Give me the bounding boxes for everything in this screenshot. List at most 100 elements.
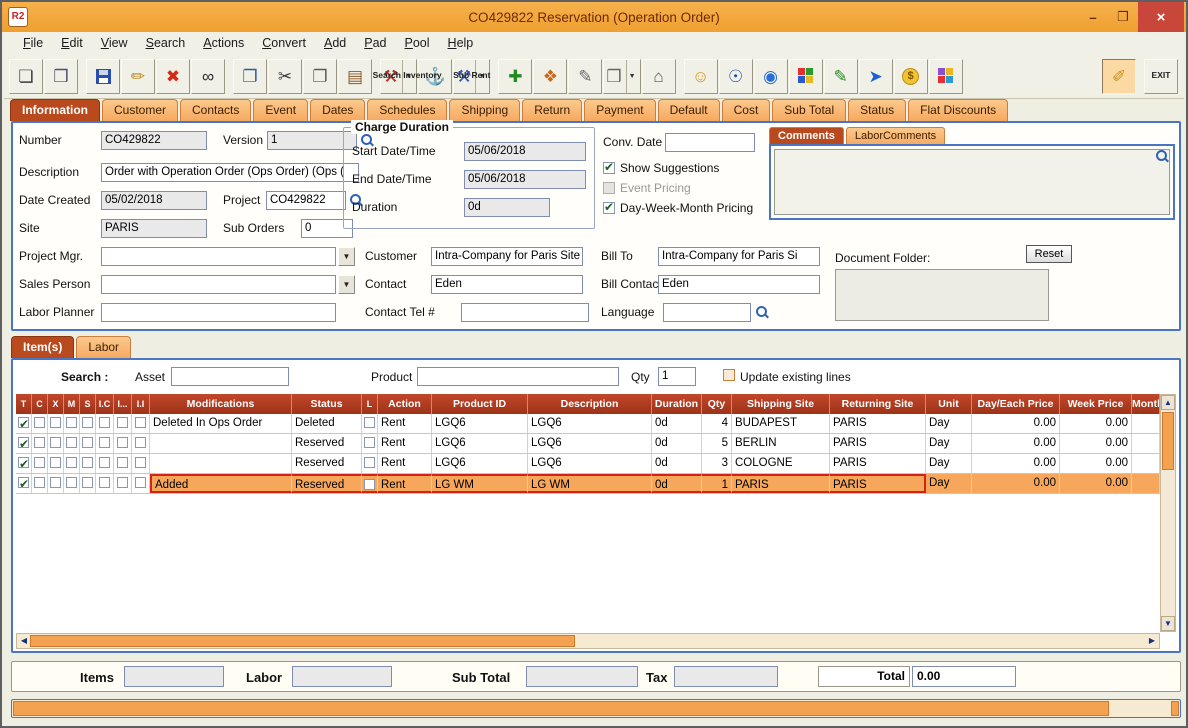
- cell-week-price[interactable]: 0.00: [1060, 434, 1132, 453]
- cell-modifications[interactable]: [150, 434, 292, 453]
- paste-button[interactable]: ▤: [338, 59, 372, 94]
- column-header-week-price[interactable]: Week Price: [1060, 394, 1132, 414]
- cell-unit[interactable]: Day: [926, 414, 972, 433]
- row-checkbox-i-c[interactable]: [99, 417, 110, 428]
- customer-service-button[interactable]: ☺: [684, 59, 718, 94]
- cell-action[interactable]: Rent: [378, 434, 432, 453]
- copy-button[interactable]: ❐: [303, 59, 337, 94]
- new-document-button[interactable]: ❏: [9, 59, 43, 94]
- site-field[interactable]: PARIS: [101, 219, 207, 238]
- site-printer-button[interactable]: ⌂: [642, 59, 676, 94]
- column-header-i-i[interactable]: I.I: [132, 394, 150, 414]
- sub-rent-button[interactable]: ⚒Sub Rent▼: [453, 59, 490, 94]
- comments-box[interactable]: [769, 144, 1175, 220]
- comments-tab-comments[interactable]: Comments: [769, 127, 844, 145]
- cut-button[interactable]: ✂: [268, 59, 302, 94]
- cell-qty[interactable]: 1: [702, 474, 732, 493]
- row-checkbox-x[interactable]: [50, 457, 61, 468]
- row-checkbox-l[interactable]: [364, 457, 375, 468]
- cell-description[interactable]: LGQ6: [528, 454, 652, 473]
- tab-sub-total[interactable]: Sub Total: [772, 99, 846, 121]
- cell-month-price[interactable]: [1132, 414, 1160, 433]
- tab-cost[interactable]: Cost: [722, 99, 771, 121]
- row-checkbox-t[interactable]: [18, 417, 29, 428]
- row-checkbox-s[interactable]: [82, 437, 93, 448]
- items-total-field[interactable]: [124, 666, 224, 687]
- tax-field[interactable]: [674, 666, 778, 687]
- row-checkbox-i[interactable]: [117, 417, 128, 428]
- maximize-button[interactable]: [1108, 2, 1138, 32]
- convert-document-button[interactable]: ❐: [233, 59, 267, 94]
- table-row[interactable]: ReservedRentLGQ6LGQ60d5BERLINPARISDay0.0…: [16, 434, 1160, 454]
- menu-edit[interactable]: Edit: [52, 33, 92, 54]
- table-row[interactable]: Deleted In Ops OrderDeletedRentLGQ6LGQ60…: [16, 414, 1160, 434]
- tab-status[interactable]: Status: [848, 99, 906, 121]
- table-row[interactable]: AddedReservedRentLG WMLG WM0d1PARISPARIS…: [16, 474, 1160, 494]
- cell-day-each-price[interactable]: 0.00: [972, 474, 1060, 493]
- row-checkbox-i-i[interactable]: [135, 477, 146, 488]
- column-header-action[interactable]: Action: [378, 394, 432, 414]
- row-checkbox-c[interactable]: [34, 477, 45, 488]
- row-checkbox-x[interactable]: [50, 477, 61, 488]
- cell-qty[interactable]: 3: [702, 454, 732, 473]
- cell-qty[interactable]: 4: [702, 414, 732, 433]
- bottom-scrollbar[interactable]: [11, 699, 1181, 718]
- menu-pad[interactable]: Pad: [355, 33, 395, 54]
- column-header-modifications[interactable]: Modifications: [150, 394, 292, 414]
- tab-shipping[interactable]: Shipping: [449, 99, 520, 121]
- cell-duration[interactable]: 0d: [652, 414, 702, 433]
- row-checkbox-m[interactable]: [66, 457, 77, 468]
- end-date-field[interactable]: 05/06/2018: [464, 170, 586, 189]
- column-header-shipping-site[interactable]: Shipping Site: [732, 394, 830, 414]
- menu-search[interactable]: Search: [137, 33, 195, 54]
- row-checkbox-l[interactable]: [364, 479, 375, 490]
- scroll-left-button[interactable]: ◀: [17, 634, 31, 648]
- cell-month-price[interactable]: [1132, 434, 1160, 453]
- row-checkbox-m[interactable]: [66, 417, 77, 428]
- sales-person-field[interactable]: [101, 275, 336, 294]
- language-lookup-icon[interactable]: [755, 305, 769, 319]
- quick-wand-button[interactable]: ✐: [1102, 59, 1136, 94]
- cell-duration[interactable]: 0d: [652, 434, 702, 453]
- items-tab-item-s[interactable]: Item(s): [11, 336, 74, 358]
- row-checkbox-i-c[interactable]: [99, 457, 110, 468]
- comments-tab-laborcomments[interactable]: LaborComments: [846, 127, 945, 145]
- qty-input[interactable]: 1: [658, 367, 696, 386]
- row-checkbox-s[interactable]: [82, 417, 93, 428]
- bill-to-field[interactable]: Intra-Company for Paris Si: [658, 247, 820, 266]
- minimize-button[interactable]: [1078, 2, 1108, 32]
- row-checkbox-m[interactable]: [66, 437, 77, 448]
- cell-returning-site[interactable]: PARIS: [830, 454, 926, 473]
- number-field[interactable]: CO429822: [101, 131, 207, 150]
- scroll-up-button[interactable]: ▲: [1161, 395, 1175, 410]
- wizard-options-button[interactable]: ❖: [533, 59, 567, 94]
- bottom-scroll-nub[interactable]: [1171, 701, 1179, 716]
- row-checkbox-t[interactable]: [18, 437, 29, 448]
- column-header-status[interactable]: Status: [292, 394, 362, 414]
- cell-modifications[interactable]: Added: [150, 474, 292, 493]
- column-header-m[interactable]: M: [64, 394, 80, 414]
- equipment-boxes-button[interactable]: [929, 59, 963, 94]
- delete-button[interactable]: ✖: [156, 59, 190, 94]
- find-button[interactable]: ∞: [191, 59, 225, 94]
- cell-unit[interactable]: Day: [926, 434, 972, 453]
- tab-return[interactable]: Return: [522, 99, 582, 121]
- row-checkbox-l[interactable]: [364, 417, 375, 428]
- row-checkbox-c[interactable]: [34, 417, 45, 428]
- cell-month-price[interactable]: [1132, 454, 1160, 473]
- duration-field[interactable]: 0d: [464, 198, 550, 217]
- column-header-description[interactable]: Description: [528, 394, 652, 414]
- cell-duration[interactable]: 0d: [652, 454, 702, 473]
- cell-returning-site[interactable]: PARIS: [830, 414, 926, 433]
- cell-week-price[interactable]: 0.00: [1060, 414, 1132, 433]
- cell-unit[interactable]: Day: [926, 474, 972, 493]
- tab-payment[interactable]: Payment: [584, 99, 655, 121]
- column-header-product-id[interactable]: Product ID: [432, 394, 528, 414]
- transfer-button[interactable]: ➤: [859, 59, 893, 94]
- sales-person-dropdown-button[interactable]: ▼: [338, 275, 355, 294]
- cell-status[interactable]: Deleted: [292, 414, 362, 433]
- cell-product-id[interactable]: LGQ6: [432, 454, 528, 473]
- customer-field[interactable]: Intra-Company for Paris Site: [431, 247, 583, 266]
- edit-notes-button[interactable]: ✎: [824, 59, 858, 94]
- inventory-cubes-button[interactable]: [789, 59, 823, 94]
